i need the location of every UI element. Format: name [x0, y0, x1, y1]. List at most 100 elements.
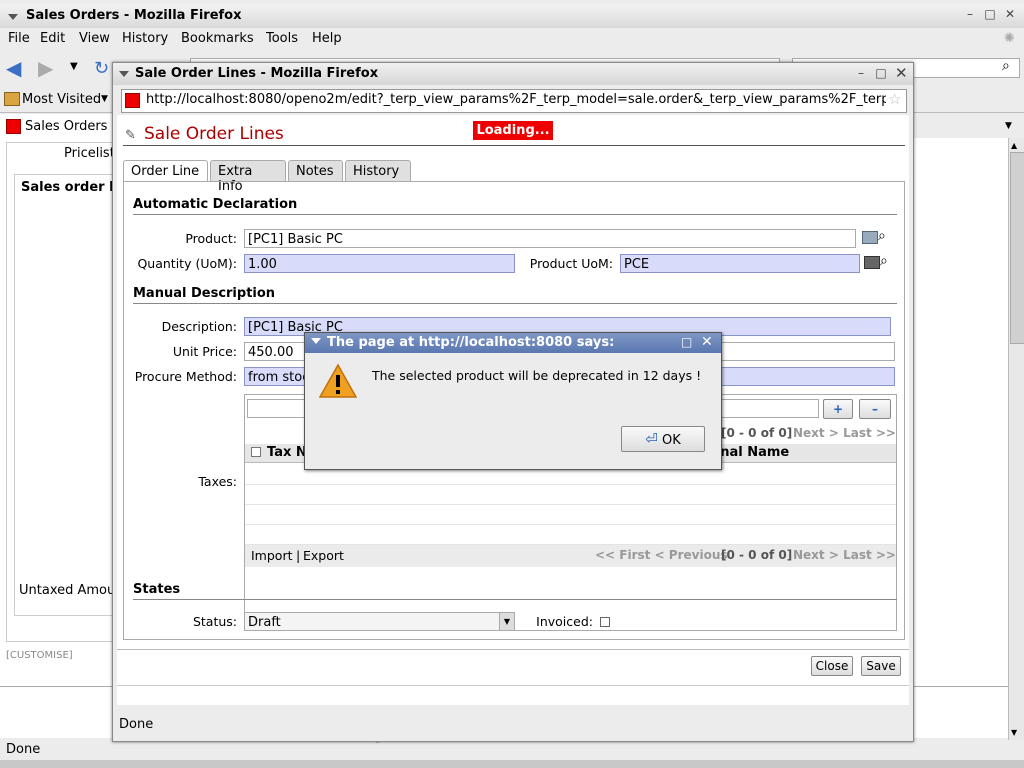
pager-first-previous[interactable]: << First < Previous [595, 548, 728, 562]
grid-row-line [245, 504, 896, 505]
close-button[interactable]: Close [811, 656, 853, 676]
product-uom-field[interactable]: PCE [620, 254, 860, 273]
dialog-titlebar[interactable]: The page at http://localhost:8080 says: … [305, 333, 721, 353]
maximize-icon[interactable]: □ [984, 8, 996, 20]
open-record-icon[interactable] [864, 256, 880, 269]
popup-titlebar[interactable]: Sale Order Lines - Mozilla Firefox – □ ✕ [113, 63, 913, 85]
popup-url-text: http://localhost:8080/openo2m/edit?_terp… [146, 92, 886, 107]
customise-link[interactable]: [CUSTOMISE] [6, 650, 73, 661]
order-lines-panel [14, 174, 114, 616]
reload-icon[interactable]: ↻ [94, 58, 109, 79]
warning-icon [319, 363, 357, 398]
open-record-icon[interactable] [862, 231, 878, 244]
window-menu-icon[interactable] [8, 14, 18, 20]
chevron-down-icon[interactable]: ▼ [499, 613, 514, 630]
notebook-tabs: Order Line Extra Info Notes History [123, 160, 905, 194]
product-uom-label: Product UoM: [529, 256, 613, 271]
pager-bottom-next[interactable]: Next > Last >> [793, 548, 896, 562]
tab-label: Sales Orders [25, 119, 108, 134]
export-link[interactable]: Export [303, 548, 344, 563]
openerp-favicon-icon [125, 93, 140, 108]
scroll-up-icon[interactable]: ▲ [1011, 141, 1017, 150]
popup-address-bar[interactable]: http://localhost:8080/openo2m/edit?_terp… [121, 89, 907, 113]
most-visited-bookmark[interactable]: Most Visited [22, 92, 101, 107]
status-select[interactable]: Draft ▼ [244, 612, 515, 631]
menu-help[interactable]: Help [312, 31, 342, 46]
main-window-titlebar[interactable]: Sales Orders - Mozilla Firefox – □ ✕ [0, 4, 1024, 28]
edit-icon: ✎ [125, 128, 136, 143]
close-icon[interactable]: ✕ [1004, 8, 1016, 20]
grid-row-line [245, 484, 896, 485]
chevron-down-icon: ▼ [101, 94, 108, 104]
button-bar-rule [117, 649, 909, 650]
main-scrollbar[interactable]: ▲ ▼ [1008, 138, 1024, 740]
select-all-checkbox[interactable] [251, 447, 261, 457]
footer-rule [117, 685, 909, 686]
status-value: Draft [248, 615, 281, 630]
section-rule [133, 214, 897, 215]
import-link[interactable]: Import [251, 548, 293, 563]
sales-order-lines-label: Sales order l [21, 180, 114, 195]
column-tax-name[interactable]: Tax N [267, 445, 307, 460]
popup-status-bar: Done [113, 715, 913, 737]
tab-sales-orders[interactable]: Sales Orders [0, 114, 113, 138]
ok-label: OK [661, 433, 681, 448]
menu-view[interactable]: View [79, 31, 110, 46]
menu-file[interactable]: File [8, 31, 30, 46]
folder-icon [4, 92, 20, 106]
pager-bottom-range: [0 - 0 of 0] [721, 548, 793, 562]
pricelist-label: Pricelist [64, 146, 115, 161]
back-icon[interactable]: ◀ [6, 56, 21, 80]
search-icon[interactable]: ⌕ [878, 228, 886, 244]
maximize-icon[interactable]: □ [681, 335, 692, 349]
close-icon[interactable]: ✕ [895, 66, 908, 81]
alert-dialog: The page at http://localhost:8080 says: … [304, 332, 722, 470]
search-icon[interactable]: ⌕ [880, 253, 888, 269]
close-icon[interactable]: ✕ [701, 334, 713, 350]
history-dropdown-icon[interactable]: ▼ [70, 61, 78, 72]
maximize-icon[interactable]: □ [875, 67, 887, 79]
add-tax-button[interactable]: + [823, 399, 853, 419]
tab-history[interactable]: History [345, 160, 411, 182]
untaxed-amount-label: Untaxed Amou [19, 583, 116, 598]
popup-title: Sale Order Lines - Mozilla Firefox [135, 66, 379, 81]
loading-badge: Loading... [473, 121, 553, 140]
star-icon[interactable]: ☆ [888, 90, 901, 108]
taskbar [0, 760, 1024, 768]
tab-notes[interactable]: Notes [288, 160, 343, 182]
scroll-thumb[interactable] [1010, 152, 1024, 344]
remove-tax-button[interactable]: – [859, 399, 891, 419]
enter-icon: ⏎ [645, 430, 658, 448]
pager-top-range: [0 - 0 of 0] [721, 426, 793, 440]
window-menu-icon[interactable] [119, 71, 129, 77]
product-field[interactable]: [PC1] Basic PC [244, 229, 856, 248]
save-button[interactable]: Save [861, 656, 901, 676]
menu-bar: File Edit View History Bookmarks Tools H… [0, 28, 1024, 50]
ok-button[interactable]: ⏎ OK [621, 426, 705, 452]
procure-method-label: Procure Method: [134, 369, 237, 384]
section-manual-description: Manual Description [133, 286, 276, 301]
forward-icon[interactable]: ▶ [38, 56, 53, 80]
quantity-field[interactable]: 1.00 [244, 254, 515, 273]
grid-footer: Import | Export << First < Previous [0 -… [245, 545, 896, 567]
tab-list-icon[interactable]: ▼ [1005, 121, 1012, 131]
search-icon[interactable]: ⌕ [1002, 58, 1010, 74]
minimize-icon[interactable]: – [855, 67, 867, 79]
popup-status-text: Done [119, 717, 154, 732]
pager-top-next[interactable]: Next > Last >> [793, 426, 896, 440]
tab-extra-info[interactable]: Extra Info [210, 160, 286, 194]
menu-history[interactable]: History [122, 31, 168, 46]
invoiced-checkbox[interactable] [600, 617, 610, 627]
menu-bookmarks[interactable]: Bookmarks [181, 31, 254, 46]
menu-tools[interactable]: Tools [266, 31, 298, 46]
scroll-down-icon[interactable]: ▼ [1011, 728, 1017, 737]
tab-order-line[interactable]: Order Line [123, 160, 208, 182]
section-automatic-declaration: Automatic Declaration [133, 197, 298, 212]
section-states: States [133, 582, 181, 597]
window-menu-icon[interactable] [311, 338, 321, 344]
dialog-message: The selected product will be deprecated … [372, 368, 702, 383]
minimize-icon[interactable]: – [964, 8, 976, 20]
product-label: Product: [185, 231, 237, 246]
menu-edit[interactable]: Edit [40, 31, 65, 46]
openerp-favicon-icon [6, 119, 21, 134]
